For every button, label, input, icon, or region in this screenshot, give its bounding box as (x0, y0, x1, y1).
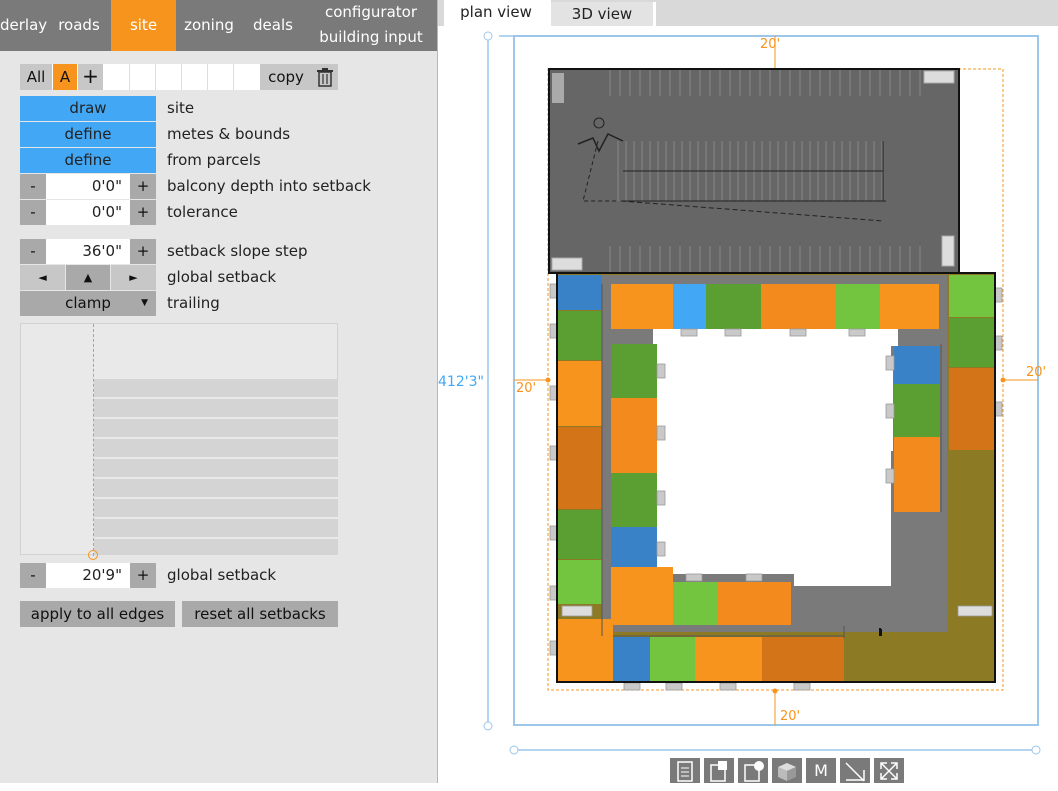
floor-report-icon (710, 761, 727, 782)
setback-line (93, 324, 94, 556)
m-button[interactable]: M (806, 758, 836, 783)
setback-dot (772, 688, 778, 694)
slope-step-label: setback slope step (167, 242, 308, 260)
global-setback-input[interactable]: 20'9" (46, 563, 130, 588)
global-setback-label: global setback (167, 566, 277, 584)
chevron-down-icon: ▼ (141, 298, 148, 308)
draw-site-button[interactable]: draw (20, 96, 156, 121)
report-icon (677, 761, 693, 782)
dimension-endpoint (483, 31, 493, 41)
all-button[interactable]: All (20, 64, 52, 90)
setback-up-button[interactable]: ▲ (66, 265, 110, 290)
plan-canvas[interactable]: 20' 20' 20' 20' 412'3" (438, 26, 1058, 783)
from-parcels-label: from parcels (167, 151, 261, 169)
cube-icon (778, 763, 796, 781)
add-scheme-button[interactable]: + (78, 64, 103, 90)
residential-building[interactable] (549, 272, 1003, 691)
measure-icon (845, 762, 865, 782)
trailing-value: clamp (65, 294, 111, 312)
nav-building-input[interactable]: building input (318, 25, 424, 50)
dim-top-label: 20' (760, 37, 780, 52)
setback-dot (545, 377, 551, 383)
3d-model-button[interactable] (772, 758, 802, 783)
tolerance-minus-button[interactable]: - (20, 200, 46, 225)
expand-icon (880, 762, 898, 780)
trash-icon (317, 68, 333, 87)
slope-plus-button[interactable]: + (130, 239, 156, 264)
draw-site-label: site (167, 99, 195, 117)
reset-setbacks-button[interactable]: reset all setbacks (182, 601, 338, 627)
dimension-endpoint (483, 721, 493, 731)
balcony-plus-button[interactable]: + (130, 174, 156, 199)
tab-plan-view[interactable]: plan view (444, 0, 551, 26)
view-tabs: plan view 3D view (438, 0, 1058, 26)
tolerance-label: tolerance (167, 203, 238, 221)
dim-right-label: 20' (1026, 365, 1046, 380)
nav-deals[interactable]: deals (247, 0, 299, 51)
nav-zoning[interactable]: zoning (180, 0, 238, 51)
setback-handle[interactable] (88, 550, 98, 560)
top-nav: derlay roads site zoning deals configura… (0, 0, 437, 51)
define-metes-button[interactable]: define (20, 122, 156, 147)
setback-right-button[interactable]: ► (111, 265, 156, 290)
nav-configurator[interactable]: configurator (318, 0, 424, 25)
balcony-label: balcony depth into setback (167, 177, 371, 195)
dim-height-label: 412'3" (438, 374, 484, 390)
slope-minus-button[interactable]: - (20, 239, 46, 264)
unit-report-icon (744, 761, 764, 782)
divider (155, 64, 156, 90)
balcony-minus-button[interactable]: - (20, 174, 46, 199)
setback-profile-fill (94, 379, 338, 555)
setback-dot (1000, 377, 1006, 383)
divider (129, 64, 130, 90)
report-button[interactable] (670, 758, 700, 783)
tab-3d-view[interactable]: 3D view (551, 2, 656, 26)
metes-bounds-label: metes & bounds (167, 125, 291, 143)
copy-button[interactable]: copy (260, 64, 312, 90)
trailing-select[interactable]: clamp ▼ (20, 291, 156, 316)
slope-step-input[interactable]: 36'0" (46, 239, 130, 264)
tolerance-plus-button[interactable]: + (130, 200, 156, 225)
divider (181, 64, 182, 90)
left-panel: derlay roads site zoning deals configura… (0, 0, 438, 783)
divider (233, 64, 234, 90)
dim-left-label: 20' (516, 381, 536, 396)
dim-bottom-label: 20' (780, 709, 800, 724)
scheme-a-button[interactable]: A (53, 64, 77, 90)
fit-view-button[interactable] (874, 758, 904, 783)
nav-configurator-stack: configurator building input (318, 0, 424, 51)
dimension-endpoint (1031, 745, 1041, 755)
measure-button[interactable] (840, 758, 870, 783)
tolerance-input[interactable]: 0'0" (46, 200, 130, 225)
trash-button[interactable] (312, 64, 338, 90)
divider (207, 64, 208, 90)
global-setback-minus-button[interactable]: - (20, 563, 46, 588)
dimension-endpoint (509, 745, 519, 755)
parking-garage[interactable] (548, 68, 960, 274)
floor-report-button[interactable] (704, 758, 734, 783)
global-setback-mode-label: global setback (167, 268, 277, 286)
unit-report-button[interactable] (738, 758, 768, 783)
trailing-label: trailing (167, 294, 220, 312)
define-parcels-button[interactable]: define (20, 148, 156, 173)
setback-profile-graph[interactable] (20, 323, 338, 560)
apply-all-edges-button[interactable]: apply to all edges (20, 601, 175, 627)
global-setback-plus-button[interactable]: + (130, 563, 156, 588)
nav-roads[interactable]: roads (50, 0, 108, 51)
nav-underlay[interactable]: derlay (0, 0, 47, 51)
nav-site[interactable]: site (111, 0, 176, 51)
setback-left-button[interactable]: ◄ (20, 265, 65, 290)
balcony-depth-input[interactable]: 0'0" (46, 174, 130, 199)
